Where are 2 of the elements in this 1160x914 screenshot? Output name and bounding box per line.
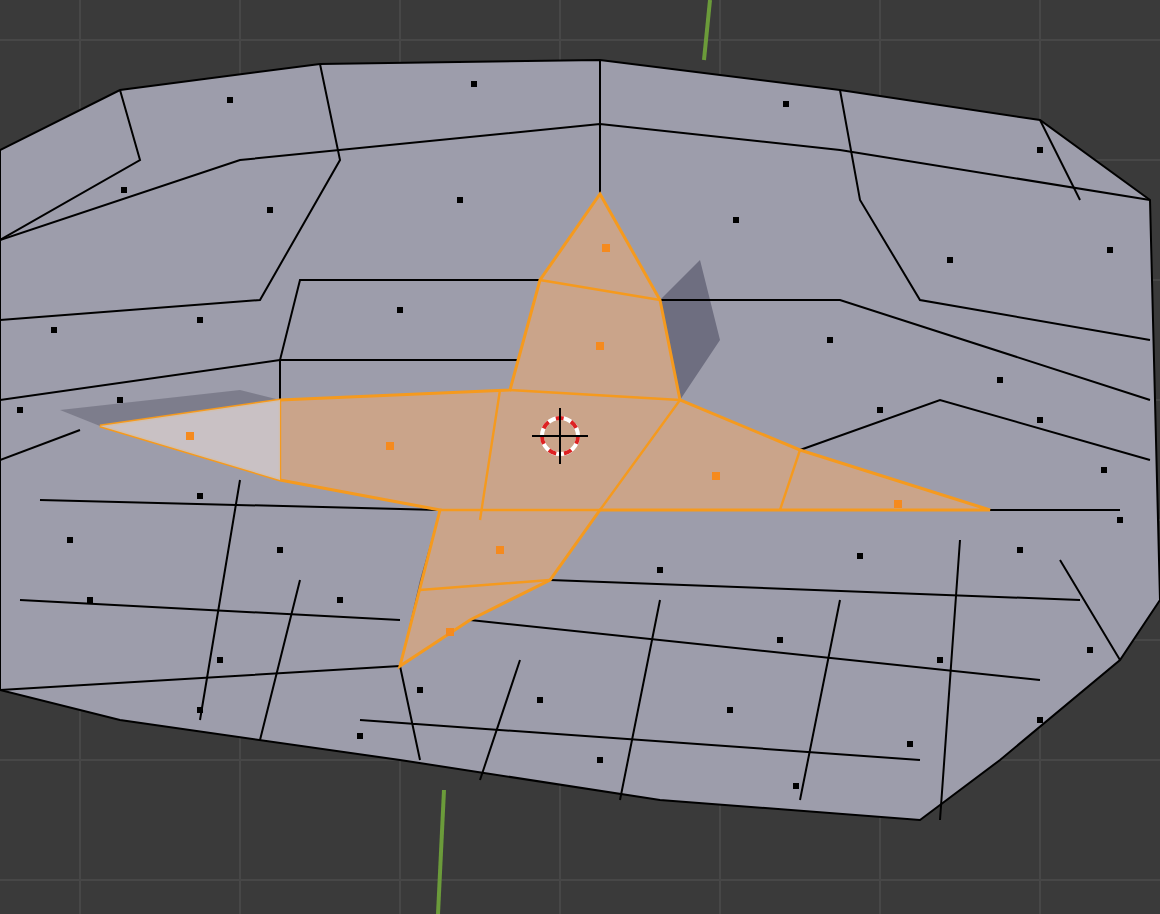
y-axis-line xyxy=(436,789,446,914)
y-axis-line xyxy=(702,0,712,61)
